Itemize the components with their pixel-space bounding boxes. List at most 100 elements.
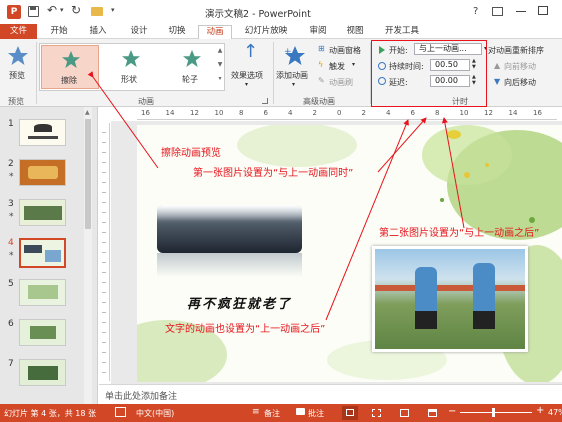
slide-number: 2 (8, 159, 14, 169)
slide-number: 7 (8, 359, 14, 369)
move-later-button[interactable]: 向后移动 (504, 77, 536, 88)
save-icon[interactable] (28, 6, 39, 17)
slide-thumbnail-selected[interactable] (19, 238, 66, 268)
animation-wipe-label: 擦除 (61, 76, 77, 85)
trigger-icon: ϟ (318, 60, 324, 69)
zoom-slider-thumb[interactable] (492, 408, 495, 417)
vertical-ruler (99, 123, 110, 381)
help-button[interactable]: ? (473, 6, 478, 17)
animation-star-marker: * (9, 172, 14, 182)
notes-button[interactable]: 备注 (264, 408, 280, 419)
bird-icon (447, 130, 461, 139)
tab-file[interactable]: 文件 (0, 24, 37, 39)
slide-number: 3 (8, 199, 14, 209)
graduation-photo[interactable] (157, 205, 302, 253)
ruler-tick-label: 16 (141, 109, 150, 117)
ruler-tick-label: 4 (288, 109, 293, 117)
slide-thumbnail[interactable] (19, 359, 66, 386)
divider (36, 42, 37, 104)
zoom-level[interactable]: 47% (548, 408, 562, 417)
ruler-tick-label: 2 (312, 109, 317, 117)
tab-developer[interactable]: 开发工具 (380, 25, 424, 39)
comments-button[interactable]: 批注 (308, 408, 324, 419)
annotation-text-animation: 文字的动画也设置为“上一动画之后” (165, 324, 326, 335)
tab-transitions[interactable]: 切换 (162, 25, 192, 39)
slideshow-view-button[interactable] (428, 409, 437, 417)
animation-shape[interactable]: 形状 (102, 45, 160, 89)
zoom-in-button[interactable]: + (536, 405, 544, 416)
reading-view-button[interactable] (400, 409, 409, 417)
zoom-slider[interactable] (460, 408, 532, 417)
slide-number: 1 (8, 119, 14, 129)
slide-number: 4 (8, 238, 14, 248)
wipe-star-icon (62, 51, 80, 68)
slide-count-status: 幻灯片 第 4 张，共 18 张 (4, 409, 96, 418)
preview-star-icon (8, 46, 28, 65)
tab-review[interactable]: 审阅 (303, 25, 333, 39)
trigger-button[interactable]: 触发 (329, 61, 345, 72)
add-animation-star-icon: + (284, 46, 305, 65)
slide-sorter-view-button[interactable] (372, 409, 381, 417)
animation-star-marker: * (9, 212, 14, 222)
gallery-scrollbar[interactable]: ▲ ▼ ▾ (216, 44, 224, 90)
ruler-tick-label: 10 (459, 109, 469, 117)
restore-button[interactable] (538, 6, 548, 15)
redo-icon[interactable]: ↻ (71, 3, 81, 17)
dialog-launcher-icon[interactable] (262, 98, 268, 104)
slide-thumbnail[interactable] (19, 119, 66, 146)
slide-number: 6 (8, 319, 14, 329)
notes-placeholder[interactable]: 单击此处添加备注 (105, 389, 177, 402)
animation-wheel[interactable]: 轮子 (163, 45, 221, 89)
tab-slideshow[interactable]: 幻灯片放映 (240, 25, 292, 39)
annotation-first-image: 第一张图片设置为“与上一动画同时” (193, 168, 354, 179)
slide-thumbnail[interactable] (19, 279, 66, 306)
ruler-tick-label: 4 (386, 109, 391, 117)
animation-star-marker: * (9, 251, 14, 261)
animation-pane-icon: ⊞ (318, 44, 325, 53)
playground-photo[interactable] (372, 246, 528, 352)
horizontal-ruler: 16 14 12 10 8 6 4 2 0 2 4 6 8 10 12 14 16 (137, 108, 557, 120)
ribbon-display-options-icon[interactable] (492, 7, 503, 16)
add-animation-button[interactable]: + 添加动画 ▾ (276, 43, 314, 89)
effect-options-button[interactable]: ↑ 效果选项 ▾ (229, 43, 269, 89)
slide-thumbnail[interactable] (19, 199, 66, 226)
ruler-tick-label: 2 (361, 109, 366, 117)
powerpoint-window: { "title_bar": {"title": "演示文稿2 - PowerP… (0, 0, 562, 422)
slide-title-text[interactable]: 再不疯狂就老了 (187, 293, 292, 312)
animation-wipe[interactable]: 擦除 (41, 45, 99, 89)
svg-text:+: + (284, 47, 292, 57)
undo-dropdown-icon[interactable]: ▾ (60, 6, 64, 14)
tab-animations[interactable]: 动画 (198, 25, 232, 39)
animation-painter-icon: ✎ (318, 76, 325, 85)
move-earlier-button[interactable]: 向前移动 (504, 61, 536, 72)
add-animation-label: 添加动画 (276, 71, 308, 80)
animation-painter-button[interactable]: 动画刷 (329, 77, 353, 88)
ribbon-tab-bar: 文件 开始 插入 设计 切换 动画 幻灯片放映 审阅 视图 开发工具 (0, 24, 562, 39)
tab-home[interactable]: 开始 (44, 25, 74, 39)
divider (273, 42, 274, 104)
slide-thumbnail[interactable] (19, 159, 66, 186)
customize-qat-icon[interactable]: ▾ (111, 6, 115, 14)
group-animation-label: 动画 (138, 97, 154, 106)
tab-insert[interactable]: 插入 (83, 25, 113, 39)
preview-button[interactable]: 预览 (3, 43, 33, 83)
spelling-icon[interactable] (115, 407, 126, 417)
tab-view[interactable]: 视图 (340, 25, 370, 39)
shape-star-icon (122, 50, 140, 67)
slide-thumbnail[interactable] (19, 319, 66, 346)
ruler-tick-label: 10 (214, 109, 224, 117)
comments-icon (296, 408, 305, 415)
open-folder-icon[interactable] (91, 7, 103, 16)
title-bar: P ↶ ▾ ↻ ▾ 演示文稿2 - PowerPoint ? (0, 0, 562, 24)
thumbnail-scrollbar[interactable]: ▲ (84, 107, 92, 404)
ruler-tick-label: 8 (239, 109, 244, 117)
notes-pane[interactable]: 单击此处添加备注 (99, 384, 562, 404)
minimize-button[interactable] (516, 11, 526, 12)
zoom-out-button[interactable]: − (448, 406, 456, 417)
tab-design[interactable]: 设计 (124, 25, 154, 39)
normal-view-button[interactable] (342, 406, 358, 420)
language-status[interactable]: 中文(中国) (136, 408, 174, 419)
add-animation-dropdown-icon: ▾ (292, 81, 296, 88)
animation-pane-button[interactable]: 动画窗格 (329, 45, 361, 56)
undo-icon[interactable]: ↶ (47, 3, 57, 17)
